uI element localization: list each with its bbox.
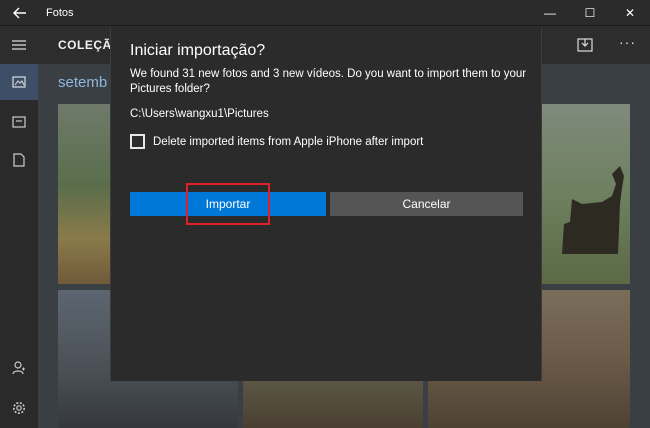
rail-item-folders[interactable] [0,142,38,178]
import-confirm-button[interactable]: Importar [130,192,326,216]
page-title: COLEÇÃ [58,38,112,52]
gear-icon [13,402,25,414]
window-title: Fotos [46,6,74,19]
import-button[interactable] [576,36,594,54]
back-arrow-icon [13,7,26,18]
delete-after-import-label[interactable]: Delete imported items from Apple iPhone … [153,136,423,148]
rail-item-account[interactable] [0,350,38,386]
photo-thumbnail[interactable] [542,104,630,284]
navigation-rail [0,64,38,428]
delete-after-import-checkbox[interactable] [130,134,145,149]
close-icon: ✕ [624,6,636,20]
hamburger-icon [12,40,26,50]
destination-path: C:\Users\wangxu1\Pictures [130,108,269,120]
deer-silhouette-icon [562,166,624,254]
maximize-icon: ☐ [584,6,596,20]
photos-icon [12,76,26,88]
minimize-icon: — [544,6,556,20]
minimize-button[interactable]: — [530,0,570,26]
album-icon [12,116,26,128]
import-icon [577,38,593,52]
hamburger-menu-button[interactable] [0,26,38,64]
rail-item-settings[interactable] [0,390,38,426]
title-bar: Fotos — ☐ ✕ [0,0,650,26]
cancel-button[interactable]: Cancelar [330,192,523,216]
delete-after-import-option[interactable]: Delete imported items from Apple iPhone … [130,134,423,149]
month-header[interactable]: setemb [58,74,107,91]
rail-item-collection[interactable] [0,64,38,100]
dialog-message: We found 31 new fotos and 3 new vídeos. … [130,68,527,95]
more-options-button[interactable]: ··· [619,34,636,50]
dialog-title: Iniciar importação? [130,42,266,59]
rail-item-albums[interactable] [0,104,38,140]
folder-icon [13,153,25,167]
person-icon [12,361,25,375]
back-button[interactable] [0,0,40,26]
maximize-button[interactable]: ☐ [570,0,610,26]
window-controls: — ☐ ✕ [530,0,650,26]
close-button[interactable]: ✕ [610,0,650,26]
import-dialog: Iniciar importação? We found 31 new foto… [110,27,542,381]
